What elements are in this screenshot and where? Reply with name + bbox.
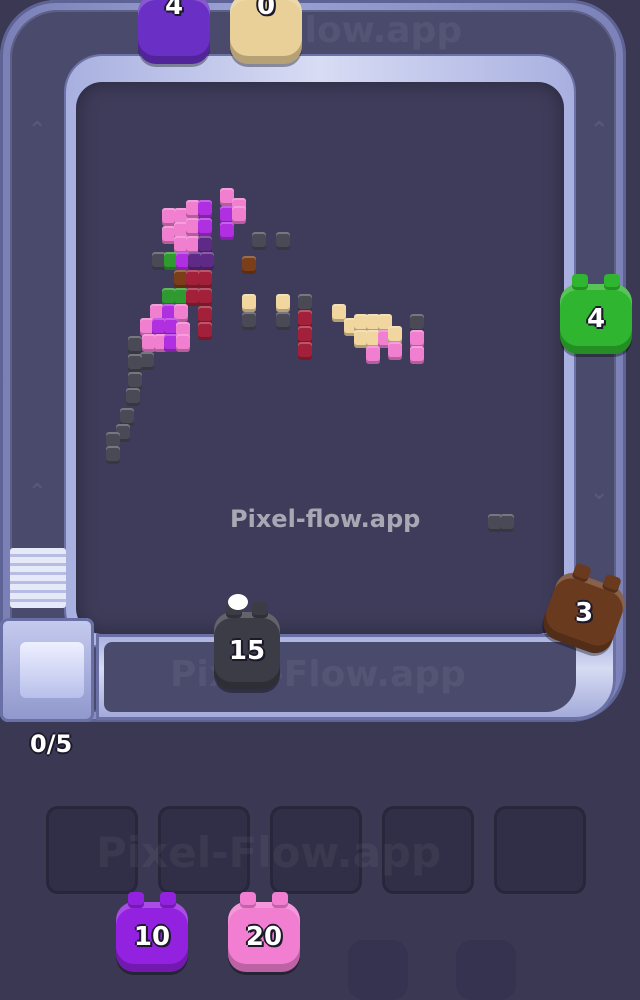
track-arrow-icon: ⌃ <box>28 118 47 143</box>
pixel-block <box>242 294 256 312</box>
pixel-block <box>500 514 514 532</box>
critter-count: 4 <box>586 304 606 334</box>
ramp-stairs <box>10 548 66 608</box>
pixel-block <box>128 354 142 372</box>
queue-placeholder <box>456 940 516 1000</box>
critter-count: 15 <box>228 636 266 666</box>
progress-counter: 0/5 <box>30 730 73 758</box>
critter-count: 10 <box>133 922 171 952</box>
pixel-block <box>252 232 266 250</box>
critter-count: 0 <box>256 0 276 21</box>
track-arrow-icon: ⌃ <box>590 118 609 143</box>
pixel-block <box>106 446 120 464</box>
pixel-block <box>198 200 212 218</box>
game-board: ⌃ ⌃ ⌃ ⌄ Flow.app Pixel-Flow.app Pixel-fl… <box>0 0 640 1000</box>
pixel-block <box>276 294 290 312</box>
pixel-block <box>176 334 190 352</box>
critter-count: 20 <box>245 922 283 952</box>
tan-critter-icon[interactable]: 0 <box>230 0 302 64</box>
dispenser-window <box>20 642 84 698</box>
pixel-block <box>366 346 380 364</box>
purple-critter-icon[interactable]: 10 <box>116 892 188 972</box>
pixel-block <box>128 336 142 354</box>
lane-watermark-top: Flow.app <box>280 10 463 51</box>
pixel-block <box>126 388 140 406</box>
pixel-block <box>220 222 234 240</box>
dispenser-box <box>0 618 94 722</box>
pixel-block <box>140 352 154 370</box>
pixel-block <box>232 206 246 224</box>
purple-critter-icon[interactable]: 4 <box>138 0 210 64</box>
holding-slot[interactable] <box>494 806 586 894</box>
critter-count: 4 <box>164 0 184 21</box>
pixel-block <box>276 312 290 330</box>
track-arrow-icon: ⌄ <box>590 480 609 505</box>
pixel-block <box>198 322 212 340</box>
watermark-text: Pixel-flow.app <box>230 505 421 533</box>
slots-watermark: Pixel-Flow.app <box>96 828 442 877</box>
queue-placeholder <box>348 940 408 1000</box>
pixel-block <box>198 270 212 288</box>
pixel-block <box>388 342 402 360</box>
pixel-block <box>298 342 312 360</box>
pixel-block <box>410 346 424 364</box>
pixel-block <box>200 252 214 270</box>
black-critter-icon[interactable]: 15 <box>214 602 280 690</box>
pixel-block <box>242 312 256 330</box>
green-critter-icon[interactable]: 4 <box>560 274 632 354</box>
track-arrow-icon: ⌃ <box>28 480 47 505</box>
pixel-block <box>276 232 290 250</box>
pixel-block <box>242 256 256 274</box>
pink-critter-icon[interactable]: 20 <box>228 892 300 972</box>
pixel-block <box>198 218 212 236</box>
pixel-block <box>198 288 212 306</box>
pellet-icon <box>228 594 248 610</box>
critter-count: 3 <box>574 598 594 628</box>
